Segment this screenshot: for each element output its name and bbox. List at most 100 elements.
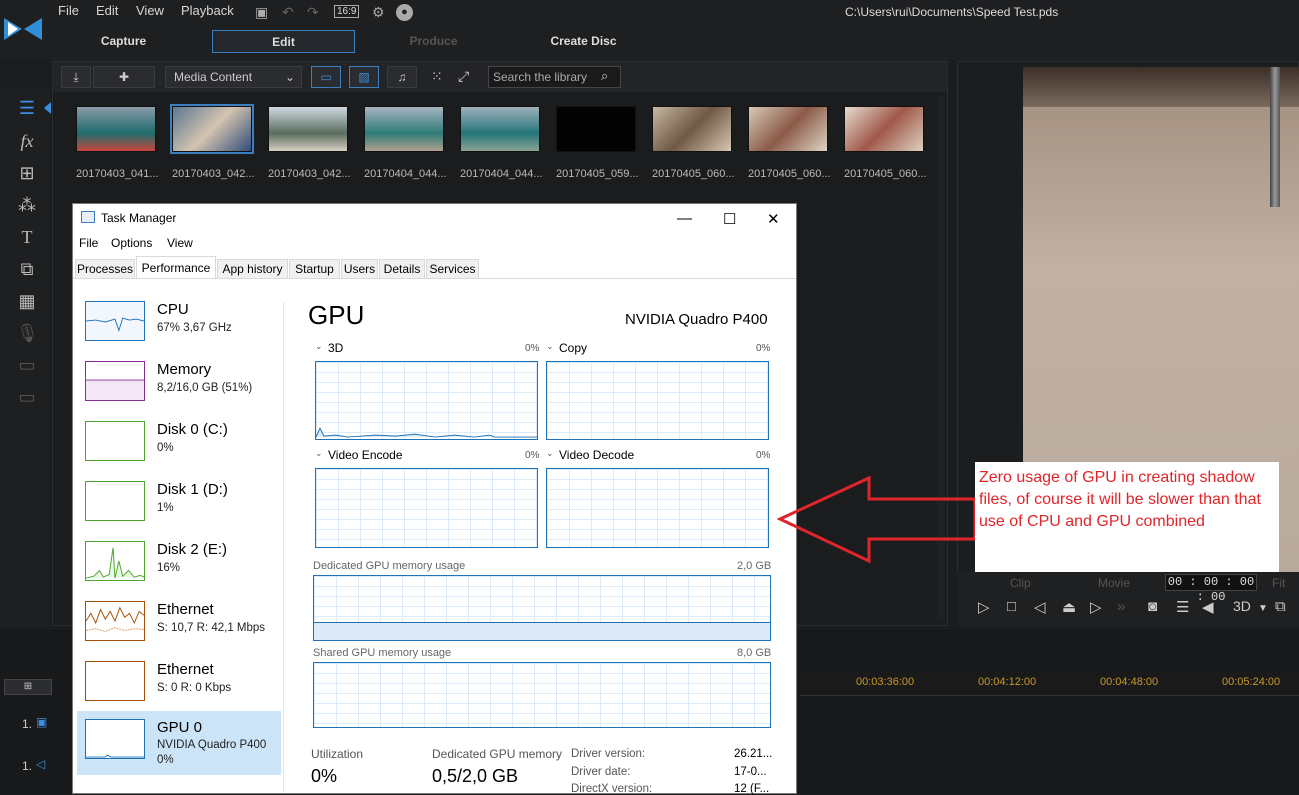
menu-file[interactable]: File	[58, 3, 79, 18]
3d-mode-button[interactable]: 3D	[1233, 598, 1251, 614]
previous-frame-icon[interactable]: ◁	[1034, 598, 1046, 616]
fast-forward-icon[interactable]: »	[1117, 598, 1125, 615]
tab-details[interactable]: Details	[379, 259, 425, 279]
plugins-icon[interactable]: ✚	[93, 66, 155, 88]
driver-date-value: 17-0...	[734, 766, 767, 778]
sidebar-item-gpu0[interactable]: GPU 0 NVIDIA Quadro P400 0%	[77, 711, 281, 775]
settings-gear-icon[interactable]: ⚙	[372, 4, 385, 21]
stop-icon[interactable]: □	[1007, 598, 1016, 615]
ruler-tick: 00:04:12:00	[978, 676, 1037, 688]
aspect-ratio-button[interactable]: 16:9	[334, 5, 360, 18]
tab-services[interactable]: Services	[426, 259, 479, 279]
subtitle-icon[interactable]: ▭	[16, 386, 38, 408]
menu-playback[interactable]: Playback	[181, 3, 234, 18]
tab-capture[interactable]: Capture	[62, 30, 185, 53]
tab-edit[interactable]: Edit	[212, 30, 355, 53]
particle-room-icon[interactable]: ⁂	[16, 194, 38, 216]
maximize-icon[interactable]: ☐	[723, 210, 736, 228]
enlarge-icon[interactable]: ⤢	[458, 68, 469, 85]
undo-icon[interactable]: ↶	[282, 4, 294, 21]
shared-memory-label: Shared GPU memory usage	[313, 647, 452, 659]
movie-mode-button[interactable]: Movie	[1098, 576, 1130, 590]
volume-icon[interactable]: ◀	[1202, 598, 1214, 616]
thumbnail-label: 20170405_060...	[652, 168, 735, 180]
driver-date-label: Driver date:	[571, 766, 631, 778]
task-manager-icon	[81, 211, 95, 223]
sidebar-item-disk1[interactable]: Disk 1 (D:) 1%	[77, 477, 281, 535]
tab-app-history[interactable]: App history	[217, 259, 288, 279]
menu-edit[interactable]: Edit	[96, 3, 118, 18]
sidebar-item-ethernet-2[interactable]: Ethernet S: 0 R: 0 Kbps	[77, 657, 281, 715]
title-room-icon[interactable]: T	[16, 226, 38, 248]
tm-menu-file[interactable]: File	[79, 236, 98, 250]
engine-pct-video-decode: 0%	[756, 450, 771, 461]
sidebar-item-disk2[interactable]: Disk 2 (E:) 16%	[77, 537, 281, 595]
menu-view[interactable]: View	[136, 3, 164, 18]
snapshot-icon[interactable]: ◙	[1148, 598, 1157, 615]
media-thumbnail[interactable]	[844, 106, 924, 152]
sidebar-item-cpu[interactable]: CPU 67% 3,67 GHz	[77, 297, 281, 355]
audio-mixing-icon[interactable]: ▦	[16, 290, 38, 312]
notification-icon[interactable]: ●	[396, 4, 413, 21]
media-thumbnail[interactable]	[652, 106, 732, 152]
shared-memory-graph	[313, 662, 771, 728]
timeline-track-manager-icon[interactable]: ⊞	[4, 679, 52, 695]
search-icon[interactable]: ⌕	[601, 68, 608, 84]
minimize-icon[interactable]: —	[677, 210, 692, 227]
tab-users[interactable]: Users	[341, 259, 378, 279]
grid-view-icon[interactable]: ⁙	[431, 68, 443, 85]
next-frame-icon[interactable]: ▷	[1090, 598, 1102, 616]
audio-filter-icon[interactable]: ♫	[387, 66, 417, 88]
save-icon[interactable]: ▣	[255, 4, 268, 21]
fit-zoom-button[interactable]: Fit	[1272, 576, 1285, 590]
engine-graph-video-decode	[546, 468, 769, 548]
tab-startup[interactable]: Startup	[289, 259, 340, 279]
video-filter-icon[interactable]: ▭	[311, 66, 341, 88]
clip-mode-button[interactable]: Clip	[1010, 576, 1031, 590]
transition-room-icon[interactable]: ⧉	[16, 258, 38, 280]
sidebar-name: Ethernet	[157, 601, 214, 618]
sidebar-item-disk0[interactable]: Disk 0 (C:) 0%	[77, 417, 281, 475]
split-icon[interactable]: ⏏	[1062, 598, 1076, 616]
redo-icon[interactable]: ↷	[307, 4, 319, 21]
play-icon[interactable]: ▷	[978, 598, 990, 616]
tm-menu-options[interactable]: Options	[111, 236, 152, 250]
tab-performance[interactable]: Performance	[136, 256, 216, 280]
media-thumbnail[interactable]	[748, 106, 828, 152]
3d-dropdown-icon[interactable]: ▼	[1258, 603, 1268, 614]
annotation-note: Zero usage of GPU in creating shadow fil…	[975, 462, 1279, 572]
tab-produce[interactable]: Produce	[372, 30, 495, 53]
tab-processes[interactable]: Processes	[75, 259, 135, 279]
image-filter-icon[interactable]: ▨	[349, 66, 379, 88]
close-icon[interactable]: ✕	[767, 210, 780, 228]
media-thumbnail[interactable]	[76, 106, 156, 152]
sidebar-item-memory[interactable]: Memory 8,2/16,0 GB (51%)	[77, 357, 281, 415]
sidebar-item-ethernet-1[interactable]: Ethernet S: 10,7 R: 42,1 Mbps	[77, 597, 281, 655]
media-thumbnail[interactable]	[556, 106, 636, 152]
media-thumbnail[interactable]	[460, 106, 540, 152]
media-room-icon[interactable]: ☰	[16, 97, 38, 119]
tab-create-disc[interactable]: Create Disc	[522, 30, 645, 53]
engine-graph-3d	[315, 361, 538, 440]
chevron-down-icon[interactable]: ⌄	[315, 341, 323, 352]
library-toolbar: ⤓ ✚ Media Content ⌄ ▭ ▨ ♫ ⁙ ⤢ Search the…	[53, 62, 947, 92]
media-thumbnail-selected[interactable]	[170, 104, 254, 154]
media-content-select[interactable]: Media Content ⌄	[165, 66, 302, 88]
sidebar-sub2: 0%	[157, 754, 174, 766]
import-media-icon[interactable]: ⤓	[61, 66, 91, 88]
chevron-down-icon[interactable]: ⌄	[315, 448, 323, 459]
subtitle-toggle-icon[interactable]: ☰	[1176, 598, 1189, 616]
pip-room-icon[interactable]: ⊞	[16, 162, 38, 184]
video-track-icon: ▣	[36, 715, 48, 729]
undock-icon[interactable]: ⧉	[1275, 598, 1286, 615]
fx-room-icon[interactable]: fx	[16, 130, 38, 152]
disk2-mini-graph	[85, 541, 145, 581]
tm-menu-view[interactable]: View	[167, 236, 193, 250]
media-thumbnail[interactable]	[268, 106, 348, 152]
disk0-mini-graph	[85, 421, 145, 461]
chevron-down-icon[interactable]: ⌄	[546, 341, 554, 352]
chevron-down-icon[interactable]: ⌄	[546, 448, 554, 459]
voice-over-icon[interactable]: 🎙	[16, 322, 39, 344]
media-thumbnail[interactable]	[364, 106, 444, 152]
chapter-icon[interactable]: ▭	[16, 354, 38, 376]
